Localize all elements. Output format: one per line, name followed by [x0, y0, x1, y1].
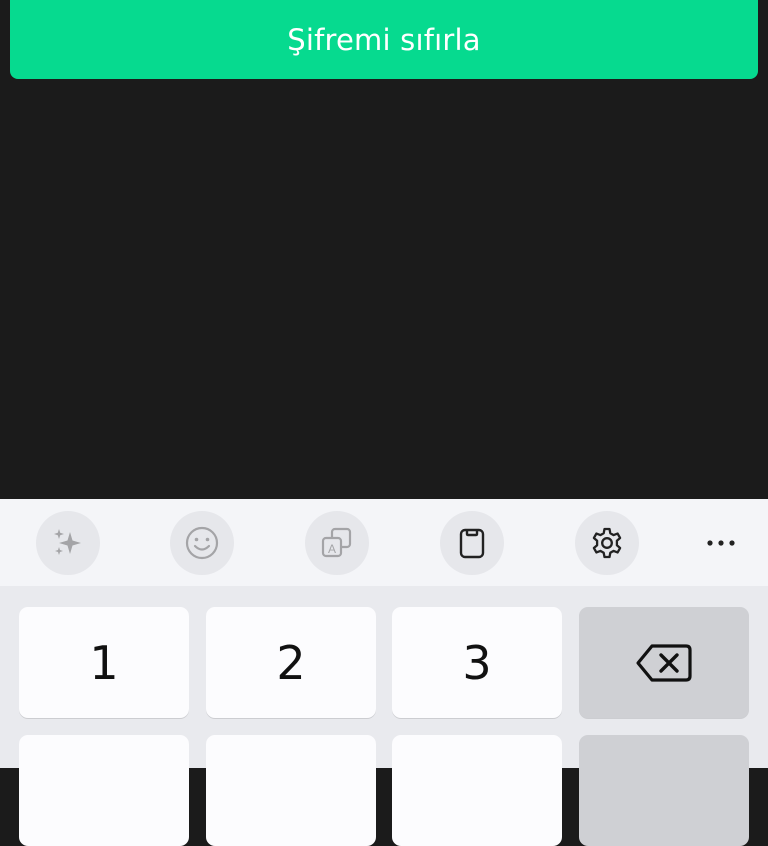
settings-button[interactable]	[575, 511, 639, 575]
translate-button[interactable]: A	[305, 511, 369, 575]
svg-text:A: A	[328, 542, 336, 556]
key-1[interactable]: 1	[19, 607, 189, 718]
soft-keyboard: A 1 2 3	[0, 499, 768, 846]
backspace-key[interactable]	[579, 607, 749, 718]
key-3-label: 3	[462, 635, 492, 690]
key-row2-3[interactable]	[392, 735, 562, 846]
more-options-button[interactable]	[689, 511, 753, 575]
sparkles-icon	[54, 529, 81, 555]
reset-password-label: Şifremi sıfırla	[287, 22, 481, 57]
key-2[interactable]: 2	[206, 607, 376, 718]
emoji-button[interactable]	[170, 511, 234, 575]
key-1-label: 1	[89, 635, 119, 690]
clipboard-icon	[459, 528, 485, 559]
reset-password-button[interactable]: Şifremi sıfırla	[10, 0, 758, 79]
clipboard-button[interactable]	[440, 511, 504, 575]
more-dots-icon	[707, 540, 735, 546]
key-3[interactable]: 3	[392, 607, 562, 718]
ai-sparkles-button[interactable]	[36, 511, 100, 575]
key-2-label: 2	[276, 635, 306, 690]
key-row2-1[interactable]	[19, 735, 189, 846]
emoji-icon	[185, 526, 219, 560]
backspace-icon	[636, 643, 692, 682]
translate-icon: A	[321, 527, 352, 558]
gear-icon	[592, 527, 622, 559]
key-row2-2[interactable]	[206, 735, 376, 846]
key-row2-function[interactable]	[579, 735, 749, 846]
keyboard-toolbar: A	[0, 499, 768, 586]
